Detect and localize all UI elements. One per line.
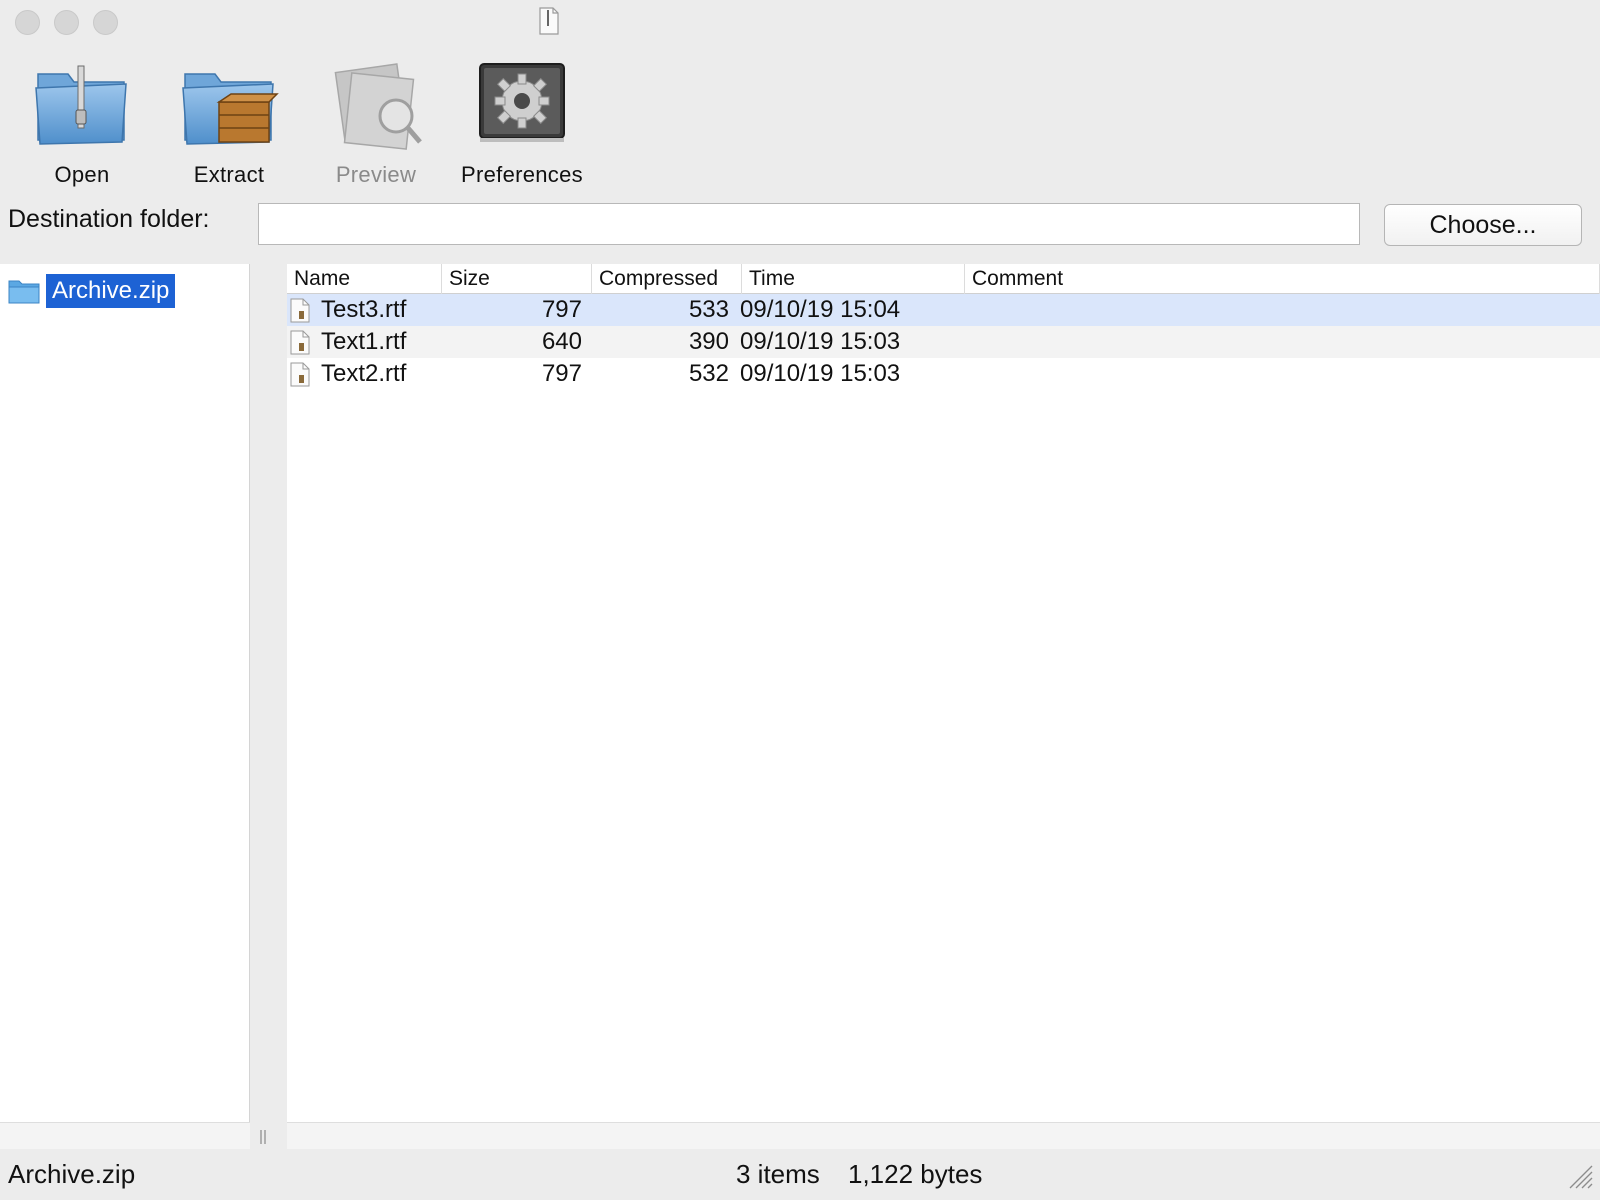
destination-folder-input[interactable] xyxy=(258,203,1360,245)
table-row[interactable]: Text1.rtf 640 390 09/10/19 15:03 xyxy=(287,326,1600,358)
extract-button[interactable]: Extract xyxy=(159,54,299,188)
cell-time: 09/10/19 15:03 xyxy=(740,328,901,355)
column-header: Name Size Compressed Time Comment xyxy=(287,264,1600,294)
preferences-label: Preferences xyxy=(461,162,583,187)
cell-size: 797 xyxy=(541,296,582,323)
file-list: Name Size Compressed Time Comment Test3.… xyxy=(287,264,1600,1122)
cell-time: 09/10/19 15:03 xyxy=(740,360,901,387)
zoom-window-button[interactable] xyxy=(93,10,118,35)
cell-compressed: 533 xyxy=(688,296,729,323)
preferences-button[interactable]: Preferences xyxy=(452,54,592,188)
open-label: Open xyxy=(54,162,110,187)
open-button[interactable]: Open xyxy=(12,54,152,188)
column-time[interactable]: Time xyxy=(742,264,965,294)
column-name[interactable]: Name xyxy=(287,264,442,294)
splitter-grip-icon[interactable] xyxy=(258,1128,268,1146)
title-bar xyxy=(0,0,1600,44)
sidebar-scroll-area xyxy=(0,1122,250,1149)
document-icon xyxy=(539,7,559,35)
toolbar: Open Extract Preview Preferences xyxy=(0,44,1600,194)
close-window-button[interactable] xyxy=(15,10,40,35)
cell-name: Text2.rtf xyxy=(321,360,407,387)
pane-splitter[interactable] xyxy=(250,264,278,1149)
cell-compressed: 390 xyxy=(688,328,729,355)
gear-icon xyxy=(479,63,565,142)
rtf-file-icon xyxy=(290,298,310,323)
column-comment[interactable]: Comment xyxy=(965,264,1600,294)
rtf-file-icon xyxy=(290,330,310,355)
horizontal-scrollbar[interactable] xyxy=(287,1122,1600,1149)
status-item-count: 3 items xyxy=(736,1159,820,1189)
cell-name: Test3.rtf xyxy=(321,296,407,323)
status-bar: Archive.zip 3 items 1,122 bytes xyxy=(0,1149,1600,1200)
status-byte-count: 1,122 bytes xyxy=(848,1159,983,1189)
rtf-file-icon xyxy=(290,362,310,387)
preview-icon xyxy=(334,63,422,150)
tree-item-archive[interactable]: Archive.zip xyxy=(8,272,176,310)
extract-label: Extract xyxy=(193,162,265,187)
tree-item-label: Archive.zip xyxy=(46,274,176,308)
table-row[interactable]: Text2.rtf 797 532 09/10/19 15:03 xyxy=(287,358,1600,390)
column-compressed[interactable]: Compressed xyxy=(592,264,742,294)
column-size[interactable]: Size xyxy=(442,264,592,294)
status-archive-name: Archive.zip xyxy=(8,1159,136,1189)
table-row[interactable]: Test3.rtf 797 533 09/10/19 15:04 xyxy=(287,294,1600,326)
minimize-window-button[interactable] xyxy=(54,10,79,35)
cell-name: Text1.rtf xyxy=(321,328,407,355)
resize-grip-icon[interactable] xyxy=(1566,1162,1594,1190)
cell-size: 640 xyxy=(541,328,582,355)
destination-folder-label: Destination folder: xyxy=(8,205,210,233)
cell-size: 797 xyxy=(541,360,582,387)
folder-box-icon xyxy=(182,73,279,145)
preview-button[interactable]: Preview xyxy=(306,54,446,188)
zip-folder-icon xyxy=(35,65,127,145)
cell-time: 09/10/19 15:04 xyxy=(740,296,901,323)
archive-tree: Archive.zip xyxy=(0,264,250,1122)
choose-button[interactable]: Choose... xyxy=(1384,204,1582,246)
preview-label: Preview xyxy=(335,162,417,187)
folder-icon xyxy=(8,280,40,304)
cell-compressed: 532 xyxy=(688,360,729,387)
